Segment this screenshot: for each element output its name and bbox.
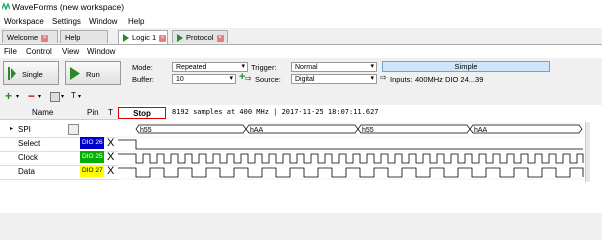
menu-window[interactable]: Window (89, 17, 117, 26)
spi-byte-label: hAA (250, 127, 264, 134)
inputs-arrow-icon: ⇨ (380, 73, 387, 82)
trigger-condition[interactable]: X (107, 151, 114, 163)
chevron-down-icon[interactable]: ▾ (61, 93, 64, 100)
buffer-value: 10 (176, 76, 184, 83)
menu-help[interactable]: Help (128, 17, 144, 26)
column-name: Name (32, 108, 54, 117)
tab-protocol-label: Protocol (186, 33, 214, 42)
mode-value: Repeated (176, 64, 207, 71)
close-icon[interactable]: × (159, 34, 167, 42)
control-toolbar: Single Run Mode: Repeated Buffer: 10 + T… (0, 58, 602, 88)
logic-play-icon (123, 34, 129, 43)
single-label: Single (22, 70, 43, 79)
simple-label: Simple (454, 62, 478, 71)
channel-row-select[interactable]: Select DIO 26 X (0, 137, 118, 152)
channel-row-clock[interactable]: Clock DIO 25 X (0, 151, 118, 166)
spi-byte-label: hAA (474, 127, 488, 134)
chevron-down-icon[interactable]: ▾ (16, 93, 19, 100)
single-icon (8, 67, 16, 80)
close-icon[interactable]: × (41, 34, 49, 42)
tab-help[interactable]: Help (60, 30, 108, 43)
protocol-play-icon (177, 34, 183, 43)
menu-settings[interactable]: Settings (52, 17, 81, 26)
acquisition-info: 8192 samples at 400 MHz | 2017-11-25 18:… (172, 108, 379, 116)
run-icon (70, 67, 80, 80)
menu-file[interactable]: File (4, 47, 17, 56)
edit-channel-icon[interactable] (50, 92, 60, 102)
channel-name: SPI (18, 125, 31, 134)
buffer-label: Buffer: (132, 75, 154, 84)
channel-name: Clock (18, 153, 39, 162)
channel-row-data[interactable]: Data DIO 27 X (0, 165, 118, 180)
remove-channel-icon[interactable]: − (28, 89, 35, 103)
trigger-value: Normal (295, 64, 318, 71)
trigger-select[interactable]: Normal (291, 62, 377, 72)
menu-workspace[interactable]: Workspace (4, 17, 44, 26)
source-select[interactable]: Digital (291, 74, 377, 84)
menu-bar: Workspace Settings Window Help (0, 14, 602, 28)
mode-label: Mode: (132, 63, 153, 72)
source-value: Digital (295, 76, 315, 83)
window-title: WaveForms (new workspace) (12, 2, 125, 12)
tab-protocol[interactable]: Protocol × (172, 30, 228, 43)
menu-view[interactable]: View (62, 47, 79, 56)
tab-welcome[interactable]: Welcome × (2, 30, 58, 43)
title-bar: WaveForms (new workspace) (0, 0, 602, 14)
tab-bar: Welcome × Help Logic 1 × Protocol × (0, 29, 602, 45)
tab-logic-label: Logic 1 (132, 33, 157, 42)
tab-help-label: Help (65, 33, 81, 42)
mode-select[interactable]: Repeated (172, 62, 248, 72)
inputs-label: Inputs: (390, 75, 413, 84)
waveform-view: Name Pin T Stop 8192 samples at 400 MHz … (0, 105, 602, 213)
channel-row-spi[interactable]: ▸ SPI (0, 123, 118, 138)
buffer-input[interactable]: 10 (172, 74, 236, 84)
pin-badge: DIO 26 (80, 137, 104, 149)
vertical-scrollbar[interactable] (585, 122, 590, 182)
inputs-value: 400MHz DIO 24...39 (415, 75, 484, 84)
text-tool-icon[interactable]: T (71, 91, 76, 100)
instrument-menu: File Control View Window (0, 45, 602, 58)
waveforms-logo-icon (2, 3, 10, 10)
source-label: Source: (255, 75, 281, 84)
status-text: Stop (133, 109, 151, 118)
settings-icon[interactable] (68, 124, 79, 135)
channel-tools: + ▾ − ▾ ▾ T ▾ (0, 89, 602, 105)
column-trigger: T (108, 108, 113, 117)
spi-byte-label: h55 (362, 127, 374, 134)
waveform-plot[interactable]: h55 hAA h55 hAA (118, 122, 586, 182)
channel-header (0, 105, 118, 120)
trigger-label: Trigger: (251, 63, 277, 72)
spi-byte-segment (357, 124, 471, 134)
chevron-down-icon[interactable]: ▾ (78, 93, 81, 100)
chevron-down-icon[interactable]: ▾ (38, 93, 41, 100)
trigger-condition[interactable]: X (107, 137, 114, 149)
channel-name: Select (18, 139, 41, 148)
spi-byte-segment (135, 124, 247, 134)
trigger-condition[interactable]: X (107, 165, 114, 177)
spi-byte-label: h55 (140, 127, 152, 134)
run-label: Run (86, 70, 100, 79)
column-pin: Pin (87, 108, 99, 117)
tab-logic[interactable]: Logic 1 × (118, 30, 168, 44)
channel-name: Data (18, 167, 35, 176)
pin-badge: DIO 25 (80, 151, 104, 163)
status-badge: Stop (118, 107, 166, 119)
run-button[interactable]: Run (65, 61, 121, 85)
data-signal (118, 167, 584, 178)
tab-welcome-label: Welcome (7, 33, 39, 42)
clock-signal (118, 153, 584, 164)
menu-window-sub[interactable]: Window (87, 47, 115, 56)
add-channel-icon[interactable]: + (5, 89, 12, 103)
single-button[interactable]: Single (3, 61, 59, 85)
expand-icon[interactable]: ▸ (10, 125, 13, 132)
source-arrow-icon: ⇨ (245, 74, 252, 83)
simple-button[interactable]: Simple (382, 61, 550, 72)
menu-control[interactable]: Control (26, 47, 52, 56)
close-icon[interactable]: × (216, 34, 224, 42)
pin-badge: DIO 27 (80, 165, 104, 177)
select-signal (118, 139, 583, 150)
